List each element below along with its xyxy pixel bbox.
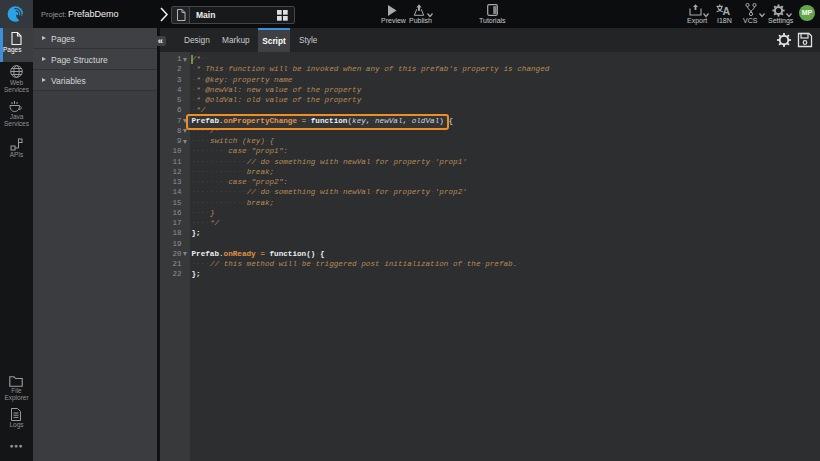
svg-text:A: A: [723, 5, 731, 17]
